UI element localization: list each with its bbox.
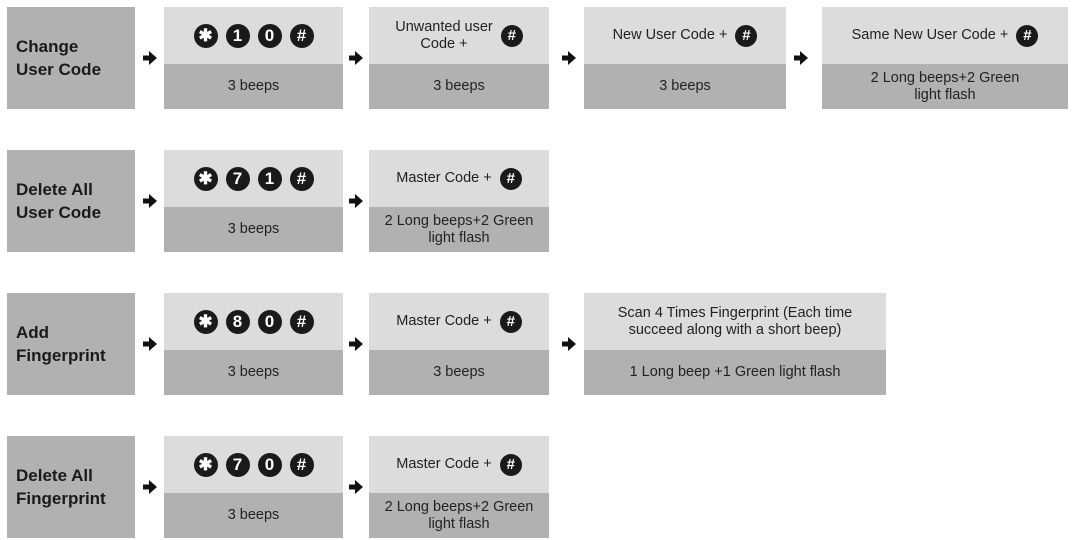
right-arrow-icon: [349, 480, 363, 494]
flow-label: Delete All User Code: [16, 180, 102, 222]
step-result: 3 beeps: [369, 64, 549, 109]
digit-key-icon: 0: [257, 309, 282, 334]
right-arrow-icon: [143, 337, 157, 351]
step-key-sequence: ✱ 7 1 # 3 beeps: [164, 150, 343, 252]
hash-key-icon: #: [499, 167, 522, 190]
step-instruction: Master Code +: [396, 170, 492, 186]
step-master-code: Master Code + # 2 Long beeps+2 Green lig…: [369, 150, 549, 252]
step-result: 2 Long beeps+2 Green light flash: [822, 64, 1068, 109]
key-sequence: ✱ 1 0 #: [193, 23, 314, 48]
step-unwanted-user-code: Unwanted user Code + # 3 beeps: [369, 7, 549, 109]
step-key-sequence: ✱ 8 0 # 3 beeps: [164, 293, 343, 395]
flow-label: Delete All Fingerprint: [16, 466, 106, 508]
star-key-icon: ✱: [193, 309, 218, 334]
step-key-sequence: ✱ 7 0 # 3 beeps: [164, 436, 343, 538]
hash-key-icon: #: [1016, 24, 1039, 47]
right-arrow-icon: [562, 51, 576, 65]
step-result: 3 beeps: [584, 64, 786, 109]
flow-add-fingerprint: Add Fingerprint ✱ 8 0 # 3 beeps Master C…: [0, 293, 1073, 397]
step-result: 3 beeps: [164, 64, 343, 109]
hash-key-icon: #: [289, 166, 314, 191]
right-arrow-icon: [349, 51, 363, 65]
step-result: 3 beeps: [164, 350, 343, 395]
flow-label-box: Delete All Fingerprint: [7, 436, 135, 538]
step-instruction: Same New User Code +: [851, 27, 1009, 43]
step-result: 3 beeps: [369, 350, 549, 395]
step-result: 1 Long beep +1 Green light flash: [584, 350, 886, 395]
right-arrow-icon: [349, 337, 363, 351]
right-arrow-icon: [794, 51, 808, 65]
right-arrow-icon: [562, 337, 576, 351]
flow-label: Change User Code: [16, 37, 102, 79]
step-instruction: Master Code +: [396, 456, 492, 472]
step-master-code: Master Code + # 2 Long beeps+2 Green lig…: [369, 436, 549, 538]
hash-key-icon: #: [289, 452, 314, 477]
flow-label-box: Add Fingerprint: [7, 293, 135, 395]
step-key-sequence: ✱ 1 0 # 3 beeps: [164, 7, 343, 109]
flow-delete-all-user-code: Delete All User Code ✱ 7 1 # 3 beeps Mas…: [0, 150, 1073, 254]
digit-key-icon: 8: [225, 309, 250, 334]
step-scan-fingerprint: Scan 4 Times Fingerprint (Each time succ…: [584, 293, 886, 395]
flow-label: Add Fingerprint: [16, 323, 106, 365]
digit-key-icon: 7: [225, 166, 250, 191]
hash-key-icon: #: [735, 24, 758, 47]
star-key-icon: ✱: [193, 452, 218, 477]
step-result: 2 Long beeps+2 Green light flash: [369, 207, 549, 252]
step-instruction: Unwanted user Code +: [395, 18, 493, 52]
flow-change-user-code: Change User Code ✱ 1 0 # 3 beeps Unwante…: [0, 7, 1073, 111]
right-arrow-icon: [143, 480, 157, 494]
digit-key-icon: 0: [257, 23, 282, 48]
star-key-icon: ✱: [193, 23, 218, 48]
hash-key-icon: #: [499, 453, 522, 476]
step-result: 2 Long beeps+2 Green light flash: [369, 493, 549, 538]
right-arrow-icon: [143, 51, 157, 65]
right-arrow-icon: [349, 194, 363, 208]
star-key-icon: ✱: [193, 166, 218, 191]
flow-label-box: Change User Code: [7, 7, 135, 109]
flow-delete-all-fingerprint: Delete All Fingerprint ✱ 7 0 # 3 beeps M…: [0, 436, 1073, 540]
key-sequence: ✱ 7 0 #: [193, 452, 314, 477]
hash-key-icon: #: [500, 24, 523, 47]
step-result: 3 beeps: [164, 207, 343, 252]
right-arrow-icon: [143, 194, 157, 208]
hash-key-icon: #: [289, 23, 314, 48]
step-result: 3 beeps: [164, 493, 343, 538]
step-master-code: Master Code + # 3 beeps: [369, 293, 549, 395]
hash-key-icon: #: [499, 310, 522, 333]
step-instruction: Scan 4 Times Fingerprint (Each time succ…: [584, 293, 886, 350]
step-instruction: Master Code +: [396, 313, 492, 329]
step-instruction: New User Code +: [612, 27, 728, 43]
digit-key-icon: 0: [257, 452, 282, 477]
hash-key-icon: #: [289, 309, 314, 334]
key-sequence: ✱ 7 1 #: [193, 166, 314, 191]
key-sequence: ✱ 8 0 #: [193, 309, 314, 334]
step-same-new-user-code: Same New User Code + # 2 Long beeps+2 Gr…: [822, 7, 1068, 109]
flow-label-box: Delete All User Code: [7, 150, 135, 252]
digit-key-icon: 1: [257, 166, 282, 191]
step-new-user-code: New User Code + # 3 beeps: [584, 7, 786, 109]
digit-key-icon: 7: [225, 452, 250, 477]
digit-key-icon: 1: [225, 23, 250, 48]
